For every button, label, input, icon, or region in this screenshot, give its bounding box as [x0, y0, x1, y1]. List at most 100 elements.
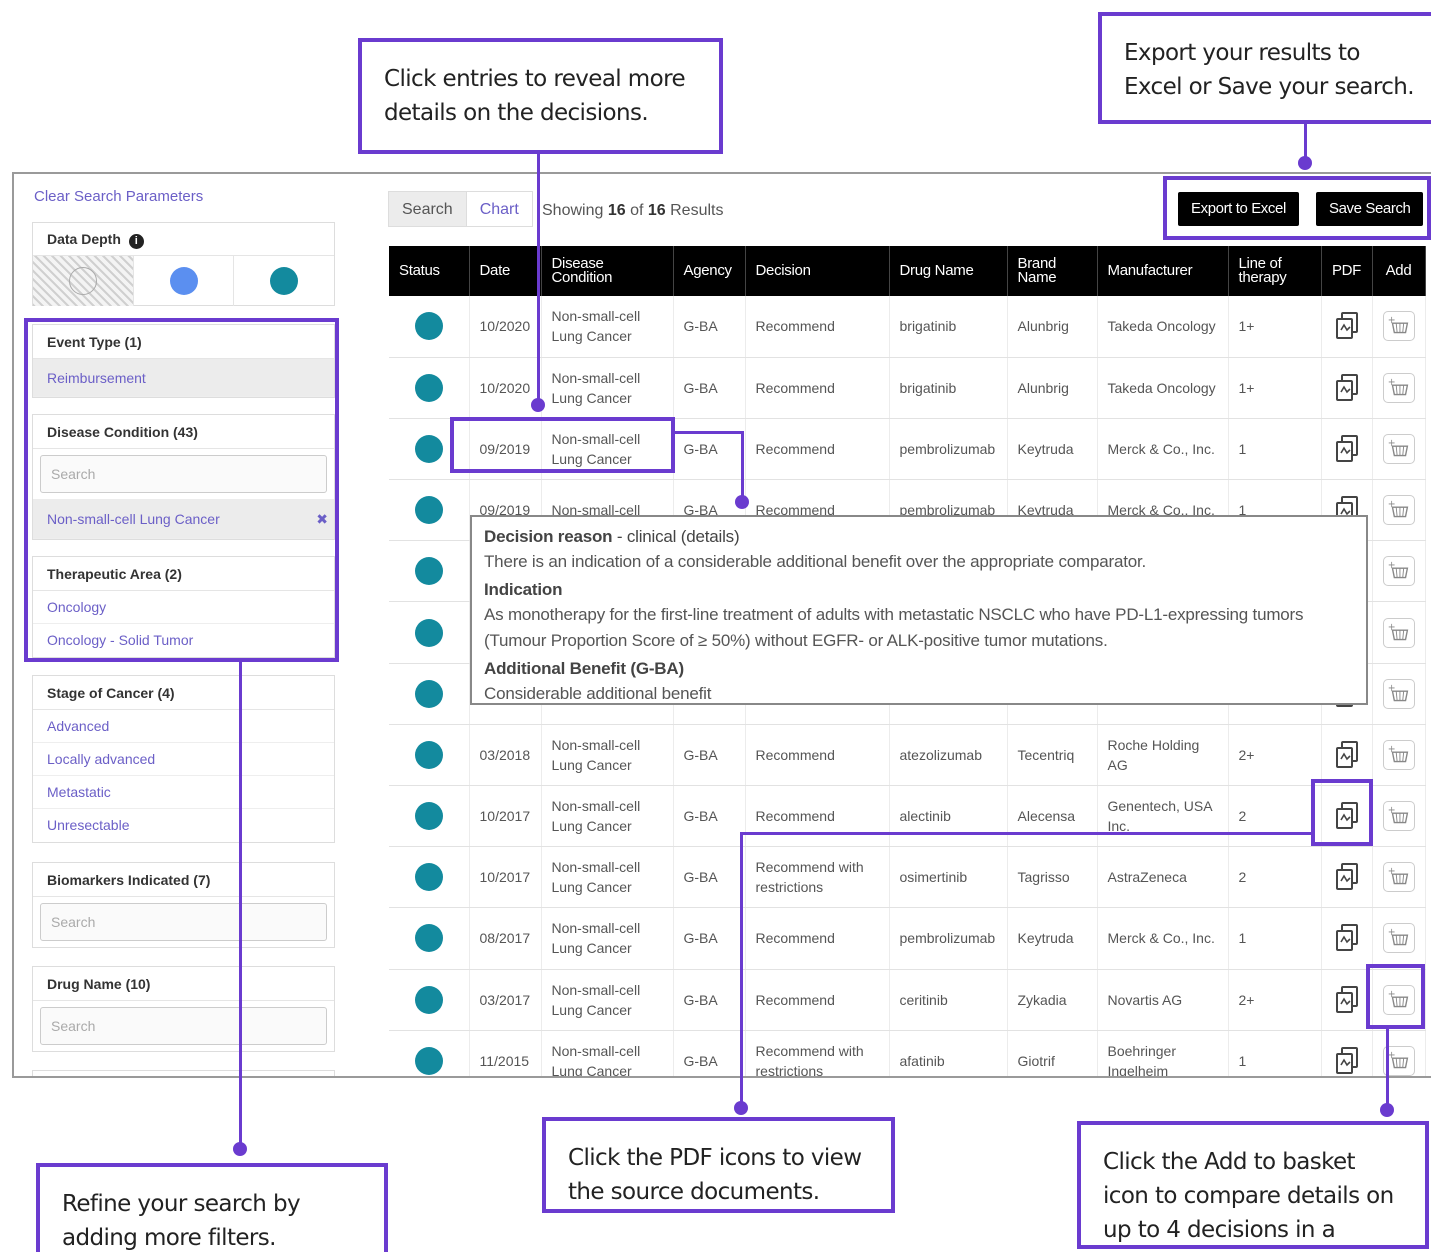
column-header[interactable]: Decision	[745, 246, 890, 296]
column-header[interactable]: Line of therapy	[1228, 246, 1322, 296]
table-row[interactable]: 03/2017 Non-small-cell Lung Cancer G-BA Rec…	[389, 969, 1426, 1031]
tab-chart[interactable]: Chart	[466, 191, 533, 227]
cell-brand: Giotrif	[1007, 1030, 1098, 1076]
add-to-basket-icon[interactable]: +	[1382, 311, 1415, 342]
cell-date[interactable]: 10/2020	[469, 357, 542, 419]
table-row[interactable]: 03/2018 Non-small-cell Lung Cancer G-BA Rec…	[389, 724, 1426, 787]
add-to-basket-icon[interactable]: +	[1382, 739, 1415, 770]
pdf-icon[interactable]	[1332, 433, 1364, 465]
table-row[interactable]: 10/2017 Non-small-cell Lung Cancer G-BA Rec…	[389, 785, 1426, 848]
cell-agency: G-BA	[673, 969, 746, 1031]
pdf-icon[interactable]	[1332, 372, 1364, 404]
add-to-basket-icon[interactable]: +	[1382, 556, 1415, 587]
depth-option-medium[interactable]	[134, 256, 235, 306]
biomarker-search-input[interactable]: Search	[40, 903, 327, 941]
status-indicator	[414, 802, 443, 831]
cell-date[interactable]: 03/2018	[469, 724, 542, 787]
add-to-basket-icon[interactable]: +	[1382, 862, 1415, 893]
clear-search-link[interactable]: Clear Search Parameters	[34, 188, 203, 205]
cell-drug: ceritinib	[889, 969, 1008, 1031]
info-icon[interactable]: i	[128, 234, 144, 249]
svg-text:+: +	[1387, 561, 1395, 572]
cell-agency: G-BA	[673, 907, 746, 970]
cell-drug: alectinib	[889, 785, 1008, 848]
filters-highlight	[24, 318, 339, 662]
cell-date[interactable]: 10/2020	[469, 296, 542, 358]
cell-disease: Non-small-cell Lung Cancer	[541, 907, 674, 970]
drug-name-title: Drug Name (10)	[33, 967, 334, 1001]
cell-line: 2+	[1228, 969, 1322, 1031]
status-indicator	[414, 863, 443, 892]
depth-option-full[interactable]	[234, 256, 334, 306]
column-header[interactable]: Drug Name	[889, 246, 1008, 296]
add-to-basket-icon[interactable]: +	[1382, 617, 1415, 648]
reason-text: There is an indication of a considerable…	[484, 552, 1147, 571]
table-row[interactable]: 10/2020 Non-small-cell Lung Cancer G-BA Rec…	[389, 296, 1426, 358]
cell-manufacturer: Takeda Oncology	[1097, 296, 1229, 358]
stage-panel: Stage of Cancer (4) Advanced Locally adv…	[32, 675, 335, 843]
cell-disease: Non-small-cell Lung Cancer	[541, 969, 674, 1031]
tab-search[interactable]: Search	[388, 191, 467, 227]
cell-decision: Recommend	[745, 418, 890, 481]
cell-date[interactable]: 11/2015	[469, 1030, 542, 1076]
cell-date[interactable]: 10/2017	[469, 846, 542, 909]
cell-decision: Recommend	[745, 785, 890, 848]
pdf-icon[interactable]	[1332, 1045, 1364, 1077]
add-to-basket-icon[interactable]: +	[1382, 678, 1415, 709]
column-header[interactable]: Brand Name	[1007, 246, 1098, 296]
entry-highlight	[450, 417, 675, 473]
add-to-basket-icon[interactable]: +	[1382, 923, 1415, 954]
drug-name-panel: Drug Name (10) Search	[32, 966, 335, 1052]
column-header[interactable]: Date	[469, 246, 542, 296]
filter-item-locally-advanced[interactable]: Locally advanced	[33, 743, 334, 776]
cell-agency: G-BA	[673, 785, 746, 848]
column-header[interactable]: Disease Condition	[541, 246, 674, 296]
table-row[interactable]: 10/2017 Non-small-cell Lung Cancer G-BA Rec…	[389, 846, 1426, 909]
add-highlight	[1366, 964, 1425, 1029]
cell-brand: Tecentriq	[1007, 724, 1098, 787]
drug-search-input[interactable]: Search	[40, 1007, 327, 1045]
cell-drug: pembrolizumab	[889, 907, 1008, 970]
cell-manufacturer: Merck & Co., Inc.	[1097, 418, 1229, 481]
callout-click-entries: Click entries to reveal more details on …	[358, 38, 723, 154]
cell-decision: Recommend	[745, 907, 890, 970]
add-to-basket-icon[interactable]: +	[1382, 433, 1415, 464]
svg-text:+: +	[1387, 744, 1395, 755]
add-to-basket-icon[interactable]: +	[1382, 801, 1415, 832]
filter-item-unresectable[interactable]: Unresectable	[33, 809, 334, 842]
pdf-icon[interactable]	[1332, 922, 1364, 954]
export-save-highlight	[1163, 176, 1431, 240]
column-header[interactable]: Manufacturer	[1097, 246, 1229, 296]
pdf-icon[interactable]	[1332, 861, 1364, 893]
add-to-basket-icon[interactable]: +	[1382, 495, 1415, 526]
pdf-icon[interactable]	[1332, 984, 1364, 1016]
column-header[interactable]: Agency	[673, 246, 746, 296]
pdf-icon[interactable]	[1332, 310, 1364, 342]
status-indicator	[414, 312, 443, 341]
add-to-basket-icon[interactable]: +	[1382, 372, 1415, 403]
table-row[interactable]: 11/2015 Non-small-cell Lung Cancer G-BA Rec…	[389, 1030, 1426, 1077]
biomarkers-title: Biomarkers Indicated (7)	[33, 863, 334, 897]
column-header[interactable]: PDF	[1321, 246, 1373, 296]
depth-option-none[interactable]	[33, 256, 134, 306]
cell-date[interactable]: 03/2017	[469, 969, 542, 1031]
cell-brand: Alunbrig	[1007, 357, 1098, 419]
svg-text:+: +	[1387, 316, 1395, 327]
cell-brand: Zykadia	[1007, 969, 1098, 1031]
cell-date[interactable]: 10/2017	[469, 785, 542, 848]
cell-line: 2	[1228, 846, 1322, 909]
cell-date[interactable]: 08/2017	[469, 907, 542, 970]
filter-item-metastatic[interactable]: Metastatic	[33, 776, 334, 809]
column-header[interactable]: Add	[1372, 246, 1426, 296]
indication-text: As monotherapy for the first-line treatm…	[484, 605, 1304, 650]
column-header[interactable]: Status	[389, 246, 470, 296]
pdf-icon[interactable]	[1332, 739, 1364, 771]
table-row[interactable]: 10/2020 Non-small-cell Lung Cancer G-BA Rec…	[389, 357, 1426, 419]
biomarkers-panel: Biomarkers Indicated (7) Search	[32, 862, 335, 948]
table-row[interactable]: 08/2017 Non-small-cell Lung Cancer G-BA Rec…	[389, 907, 1426, 970]
status-indicator	[414, 373, 443, 402]
filter-item-advanced[interactable]: Advanced	[33, 710, 334, 743]
results-count: Showing 16 of 16 Results	[542, 202, 724, 219]
cell-decision: Recommend with restrictions	[745, 1030, 890, 1076]
svg-text:+: +	[1387, 928, 1395, 939]
